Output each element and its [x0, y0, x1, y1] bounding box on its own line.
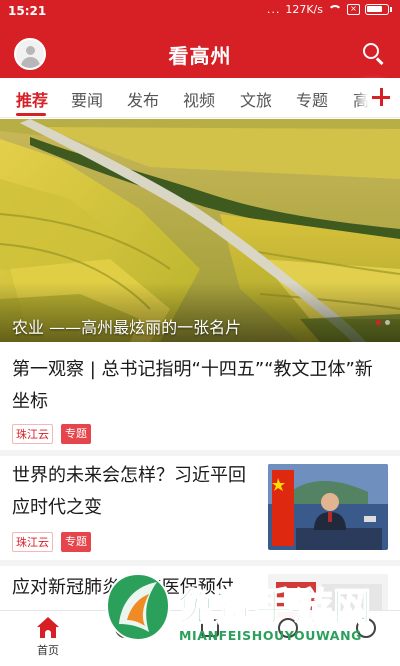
news-tags: 珠江云 专题	[12, 424, 91, 444]
news-thumbnail	[268, 464, 388, 550]
battery-tip	[390, 7, 392, 12]
nav-tab-2-icon-shape	[115, 618, 135, 638]
news-title: 世界的未来会怎样？习近平回 应时代之变	[12, 460, 262, 524]
news-title: 应对新冠肺炎 广东医保预付	[12, 572, 262, 604]
list-item[interactable]: 应对新冠肺炎 广东医保预付	[0, 566, 400, 618]
nav-tab-2[interactable]	[95, 617, 155, 639]
nav-tab-3-icon	[198, 617, 222, 639]
topic-badge: 专题	[61, 424, 91, 444]
page-title: 看高州	[168, 44, 232, 68]
banner-caption: 农业 ——高州最炫丽的一张名片	[12, 318, 242, 337]
home-icon-door	[45, 630, 51, 638]
tab-release[interactable]: 发布	[127, 87, 159, 111]
tab-culture-travel[interactable]: 文旅	[240, 87, 272, 111]
nav-tab-2-icon	[113, 617, 137, 639]
tab-video[interactable]: 视频	[183, 87, 215, 111]
tab-gaozhou[interactable]: 高	[353, 87, 369, 111]
app-header-bar: 15:21 ... 127K/s × 看高州	[0, 0, 400, 78]
news-title-line: 第一观察 | 总书记指明“十四五”“教文卫体”新	[12, 359, 373, 380]
nav-tab-5-icon-shape	[356, 618, 376, 638]
news-title-line: 世界的未来会怎样？习近平回	[12, 465, 246, 486]
tab-recommend[interactable]: 推荐	[16, 87, 48, 111]
plus-icon-v	[380, 88, 383, 106]
nav-tab-4[interactable]	[258, 617, 318, 639]
search-icon[interactable]	[362, 42, 386, 66]
sim-off-icon: ×	[347, 4, 360, 15]
topic-badge: 专题	[61, 532, 91, 552]
search-icon-handle	[376, 57, 384, 65]
nav-tab-4-icon-shape	[278, 618, 298, 638]
nav-home[interactable]: 首页	[18, 617, 78, 658]
banner-carousel[interactable]: 农业 ——高州最炫丽的一张名片	[0, 119, 400, 342]
status-bar: 15:21 ... 127K/s ×	[0, 0, 400, 24]
carousel-dot-active	[376, 320, 381, 325]
nav-tab-5[interactable]	[336, 617, 396, 639]
news-title-line: 应对新冠肺炎 广东医保预付	[12, 577, 234, 598]
news-title-line: 应时代之变	[12, 497, 102, 518]
status-time: 15:21	[8, 4, 47, 18]
list-item[interactable]: 世界的未来会怎样？习近平回 应时代之变 珠江云 专题	[0, 456, 400, 560]
battery-icon	[365, 4, 389, 15]
search-icon-ring	[363, 43, 379, 59]
nav-tab-3-icon-shape	[201, 619, 219, 637]
news-tags: 珠江云 专题	[12, 532, 91, 552]
nav-tab-5-icon	[354, 617, 378, 639]
carousel-indicator	[376, 320, 390, 325]
status-indicators: ... 127K/s ×	[267, 3, 392, 16]
tab-special[interactable]: 专题	[296, 87, 328, 111]
network-speed: 127K/s	[285, 3, 323, 16]
active-tab-indicator	[16, 113, 46, 116]
list-item[interactable]: 第一观察 | 总书记指明“十四五”“教文卫体”新 坐标 珠江云 专题	[0, 342, 400, 450]
bottom-navigation: 首页	[0, 610, 400, 666]
nav-tab-3[interactable]	[180, 617, 240, 639]
wifi-icon	[328, 4, 342, 15]
home-icon	[36, 617, 60, 639]
nav-home-label: 首页	[37, 644, 59, 657]
source-badge: 珠江云	[12, 532, 53, 552]
channel-tabs: 推荐 要闻 发布 视频 文旅 专题 高	[0, 78, 400, 118]
source-badge: 珠江云	[12, 424, 53, 444]
status-dots: ...	[266, 3, 281, 16]
news-title-line: 坐标	[12, 391, 48, 412]
carousel-dot	[385, 320, 390, 325]
nav-tab-4-icon	[276, 617, 300, 639]
header: 看高州	[0, 28, 400, 78]
news-title: 第一观察 | 总书记指明“十四五”“教文卫体”新 坐标	[12, 354, 373, 418]
add-channel-icon[interactable]	[370, 83, 392, 111]
tab-news[interactable]: 要闻	[71, 87, 103, 111]
